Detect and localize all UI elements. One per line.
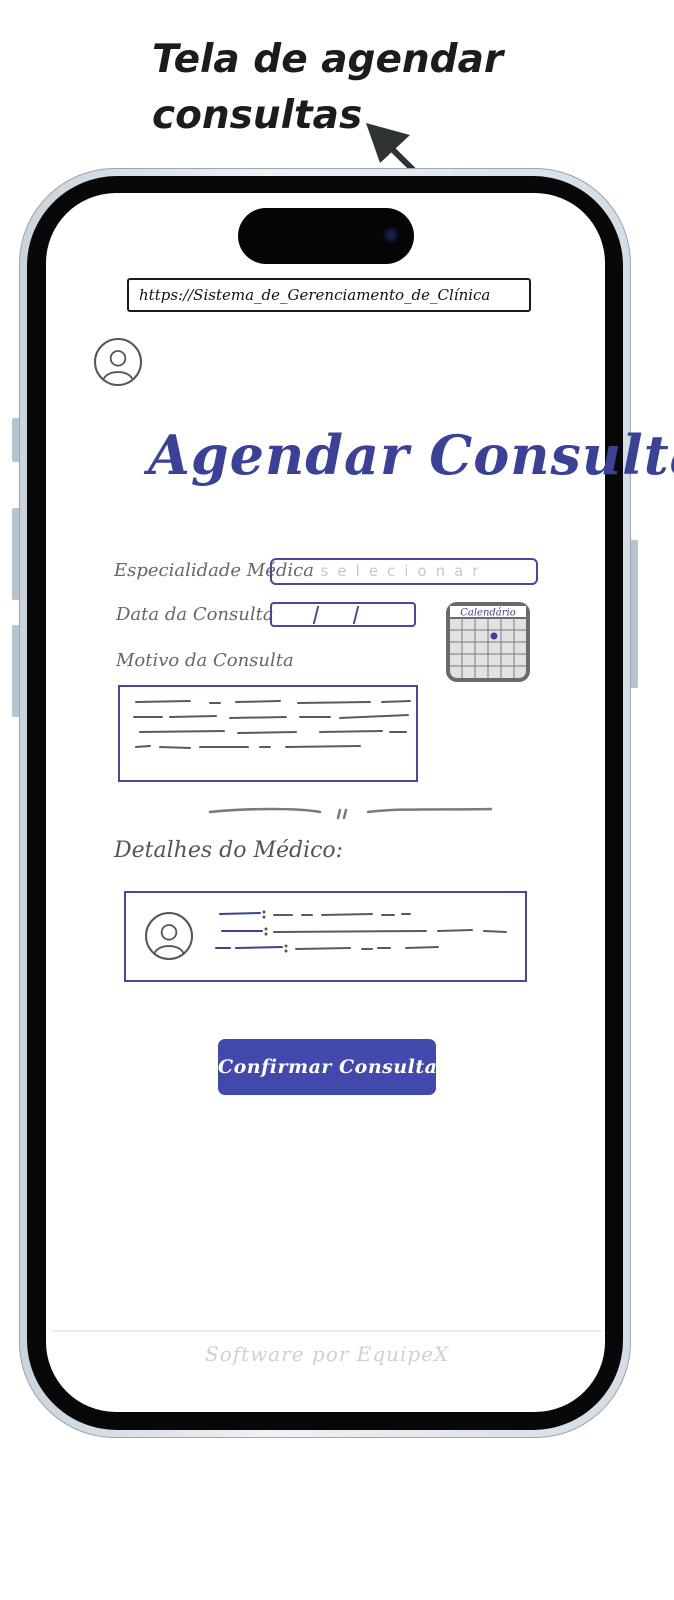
calendar-icon[interactable]: Calendário	[446, 602, 530, 682]
front-camera-icon	[383, 227, 399, 243]
url-bar[interactable]: https://Sistema_de_Gerenciamento_de_Clín…	[127, 278, 531, 312]
page-title: Agendar Consulta	[148, 423, 674, 487]
footer-divider	[52, 1330, 602, 1332]
motivo-textarea[interactable]	[118, 685, 418, 782]
section-divider	[208, 807, 493, 820]
user-avatar-icon	[102, 350, 134, 381]
confirm-consulta-button[interactable]: Confirmar Consulta	[218, 1039, 437, 1095]
especialidade-select[interactable]: selecionar	[270, 558, 538, 585]
detalhes-medico-label: Detalhes do Médico:	[114, 838, 344, 863]
date-separator	[312, 606, 320, 624]
phone-side-button	[630, 540, 638, 688]
profile-avatar[interactable]	[94, 338, 142, 386]
calendar-label: Calendário	[460, 608, 516, 619]
data-consulta-label: Data da Consulta	[116, 604, 274, 625]
caption-line-1: Tela de agendar	[152, 37, 504, 82]
date-input[interactable]	[270, 602, 416, 627]
user-avatar-icon	[153, 924, 185, 955]
date-separator	[352, 606, 360, 624]
placeholder-scribble	[133, 700, 411, 749]
medico-avatar	[145, 912, 193, 960]
medico-details-scribble	[215, 910, 507, 953]
footer-credit: Software por EquipeX	[205, 1342, 450, 1366]
motivo-label: Motivo da Consulta	[116, 650, 294, 671]
